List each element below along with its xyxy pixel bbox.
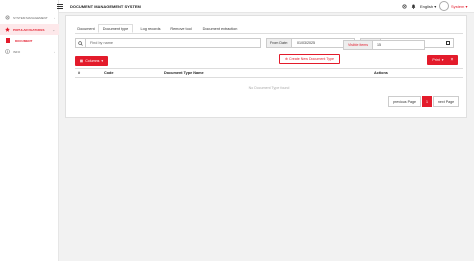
search-placeholder: Find by name — [90, 41, 114, 45]
sidebar: SYSTEM MANAGEMENT › POPULAR FEATURES ⌄ D… — [0, 0, 59, 261]
user-menu[interactable]: System ▾ — [451, 4, 467, 9]
search-input[interactable]: Find by name — [75, 38, 261, 48]
language-label: English — [420, 4, 434, 9]
plus-icon: ⊕ — [284, 57, 288, 61]
sidebar-item-info[interactable]: INFO › — [0, 46, 59, 57]
gear-icon — [5, 15, 10, 20]
col-header-index[interactable]: # — [75, 68, 101, 78]
visible-items-field[interactable]: Visible items 15 — [343, 40, 425, 50]
document-type-table: # Code Document Type Name Actions — [75, 68, 463, 78]
main-card: Document Document type Log records Remov… — [65, 15, 467, 118]
close-icon: × — [450, 57, 454, 63]
language-selector[interactable]: English ▾ — [420, 4, 436, 9]
tab-divider — [75, 33, 463, 34]
chevron-down-icon: ▾ — [101, 59, 104, 63]
columns-button[interactable]: ▦ Columns ▾ — [75, 56, 108, 66]
next-page-button[interactable]: next Page — [433, 96, 459, 107]
columns-icon: ▦ — [79, 59, 84, 63]
create-button-label: Create New Document Type — [288, 57, 335, 61]
avatar[interactable] — [439, 1, 449, 11]
chevron-down-icon: ▾ — [465, 4, 468, 9]
from-date-field[interactable]: From Date: 01/03/2025 — [266, 38, 355, 48]
from-date-label: From Date: — [267, 39, 292, 47]
tab-log-records[interactable]: Log records — [136, 24, 165, 33]
user-name: System — [451, 4, 465, 9]
visible-items-value[interactable]: 15 — [373, 41, 381, 49]
chevron-right-icon: › — [54, 15, 55, 20]
previous-page-button[interactable]: previous Page — [388, 96, 421, 107]
app-title: DOCUMENT MANAGEMENT SYSTEM — [70, 4, 141, 9]
visible-items-label: Visible items — [344, 41, 373, 49]
table-header-row: # Code Document Type Name Actions — [75, 68, 463, 78]
columns-label: Columns — [85, 59, 100, 63]
create-document-type-button[interactable]: ⊕ Create New Document Type — [279, 54, 340, 64]
col-header-code[interactable]: Code — [101, 68, 161, 78]
sidebar-item-system-management[interactable]: SYSTEM MANAGEMENT › — [0, 12, 59, 23]
sidebar-item-document[interactable]: DOCUMENT — [0, 35, 59, 46]
info-icon — [5, 49, 10, 54]
col-header-actions: Actions — [371, 68, 463, 78]
menu-icon[interactable] — [57, 3, 63, 9]
print-label: Print — [432, 58, 440, 62]
bell-icon[interactable] — [411, 4, 416, 10]
empty-table-message: No Document Type found — [248, 86, 290, 90]
search-icon — [76, 39, 86, 47]
tab-remove-tool[interactable]: Remove tool — [167, 24, 195, 33]
tab-document-type[interactable]: Document type — [98, 24, 133, 33]
chevron-right-icon: › — [54, 49, 55, 54]
page-1-button[interactable]: 1 — [422, 96, 432, 107]
sidebar-item-label: POPULAR FEATURES — [13, 27, 45, 32]
sidebar-item-label: INFO — [13, 49, 21, 54]
tab-document[interactable]: Document — [75, 24, 97, 33]
settings-icon[interactable] — [402, 4, 407, 10]
sidebar-item-label: SYSTEM MANAGEMENT — [13, 15, 48, 20]
col-header-name[interactable]: Document Type Name — [161, 68, 371, 78]
from-date-value: 01/03/2025 — [296, 41, 315, 45]
chevron-down-icon: ▾ — [441, 58, 444, 62]
close-button[interactable]: × — [446, 55, 458, 65]
star-icon — [5, 27, 10, 32]
chevron-down-icon: ⌄ — [52, 27, 55, 32]
sidebar-item-label: DOCUMENT — [15, 38, 33, 43]
chevron-down-icon: ▾ — [434, 4, 437, 9]
sidebar-item-popular-features[interactable]: POPULAR FEATURES ⌄ — [0, 24, 59, 35]
document-icon — [6, 38, 10, 43]
tab-document-extraction[interactable]: Document extraction — [198, 24, 242, 33]
calendar-icon[interactable] — [446, 41, 450, 45]
